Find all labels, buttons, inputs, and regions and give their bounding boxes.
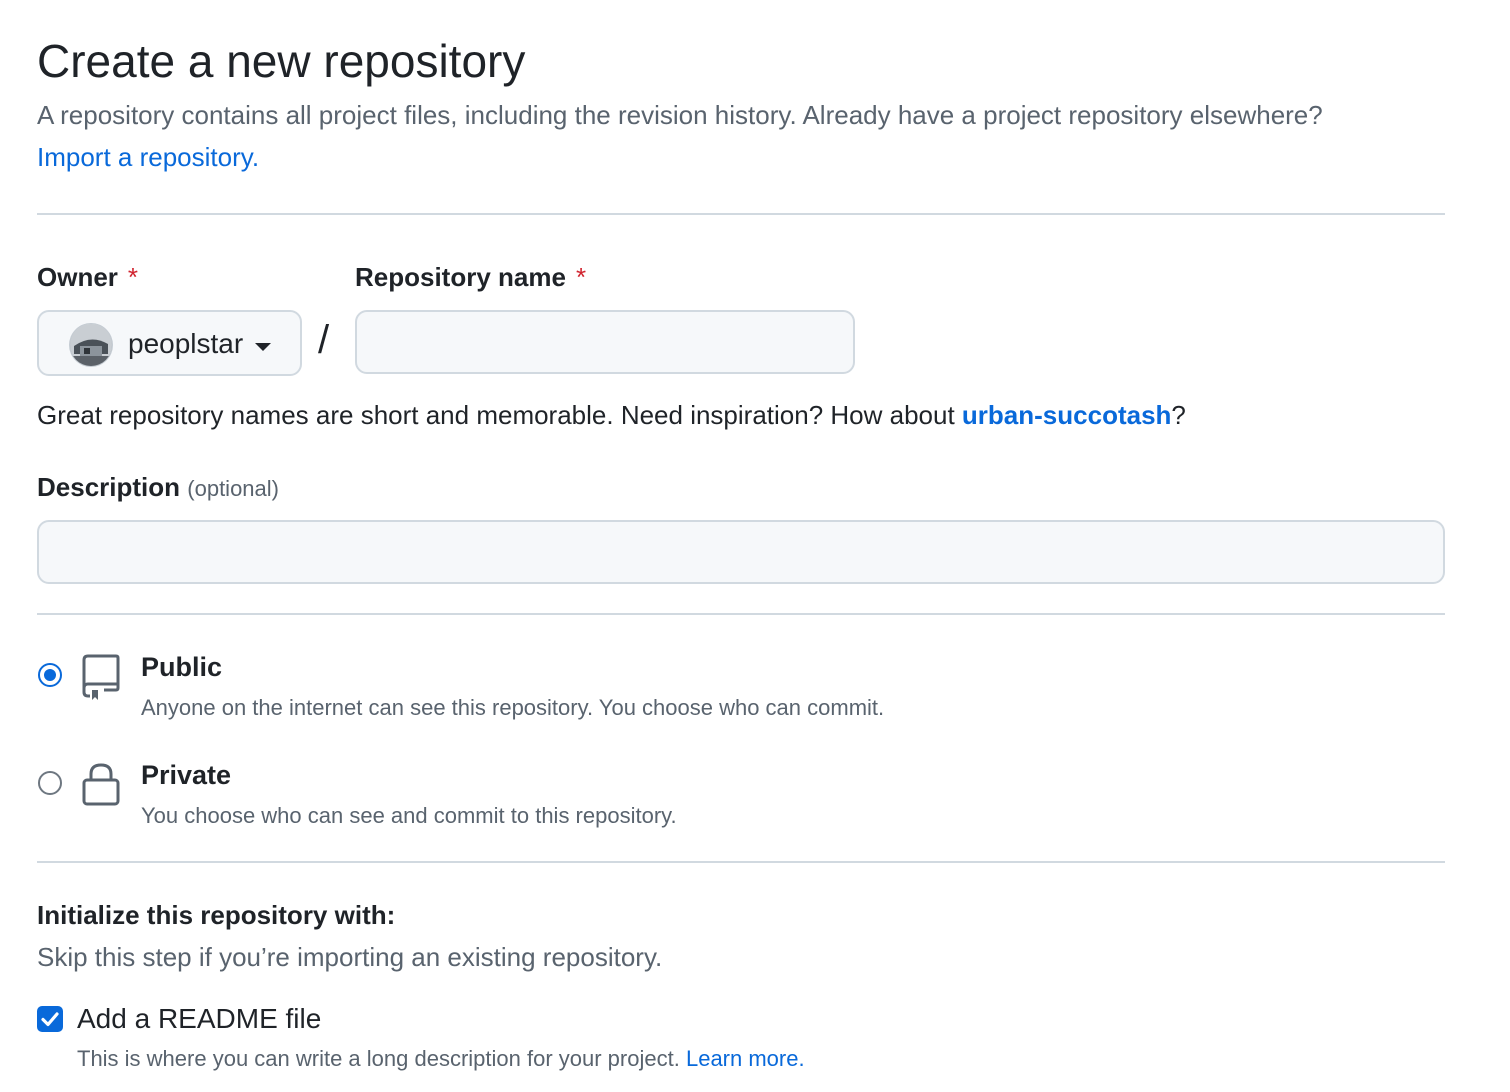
hint-suffix: ? <box>1171 400 1186 430</box>
initialize-subtitle: Skip this step if you’re importing an ex… <box>37 942 663 972</box>
owner-repo-separator: / <box>318 318 330 362</box>
divider <box>37 213 1445 215</box>
repository-name-label-text: Repository name <box>355 262 566 292</box>
description-label-text: Description <box>37 472 181 502</box>
readme-description: This is where you can write a long descr… <box>77 1046 805 1072</box>
checkmark-icon <box>41 1012 59 1027</box>
owner-dropdown[interactable]: peoplstar <box>37 310 302 376</box>
page-subtitle: A repository contains all project files,… <box>37 100 1323 130</box>
caret-down-icon <box>255 343 271 351</box>
repository-name-hint: Great repository names are short and mem… <box>37 400 1186 431</box>
import-repository-link[interactable]: Import a repository. <box>37 142 259 173</box>
public-description: Anyone on the internet can see this repo… <box>141 695 885 720</box>
public-label: Public <box>141 652 223 682</box>
owner-label: Owner * <box>37 262 138 293</box>
add-readme-label[interactable]: Add a README file <box>77 1003 321 1035</box>
learn-more-link[interactable]: Learn more. <box>686 1046 805 1071</box>
add-readme-checkbox[interactable] <box>37 1006 63 1032</box>
private-description: You choose who can see and commit to thi… <box>141 803 677 828</box>
divider <box>37 861 1445 863</box>
page-title: Create a new repository <box>37 35 526 87</box>
private-radio[interactable] <box>38 771 62 795</box>
owner-name: peoplstar <box>128 328 244 359</box>
lock-icon <box>82 762 120 811</box>
avatar-image <box>70 324 112 366</box>
repo-icon <box>82 654 120 707</box>
repository-name-input[interactable] <box>355 310 855 374</box>
private-label: Private <box>141 760 232 790</box>
readme-description-text: This is where you can write a long descr… <box>77 1046 680 1071</box>
description-label: Description (optional) <box>37 472 279 503</box>
public-radio[interactable] <box>38 663 62 687</box>
suggested-name-link[interactable]: urban-succotash <box>962 400 1172 430</box>
description-input[interactable] <box>37 520 1445 584</box>
repository-name-label: Repository name * <box>355 262 586 293</box>
required-mark: * <box>575 262 587 292</box>
hint-text: Great repository names are short and mem… <box>37 400 962 430</box>
create-repository-page: Create a new repository A repository con… <box>0 0 1510 1092</box>
optional-tag: (optional) <box>187 476 279 501</box>
divider <box>37 613 1445 615</box>
required-mark: * <box>127 262 139 292</box>
owner-label-text: Owner <box>37 262 118 292</box>
avatar <box>70 324 112 366</box>
initialize-title: Initialize this repository with: <box>37 900 396 930</box>
